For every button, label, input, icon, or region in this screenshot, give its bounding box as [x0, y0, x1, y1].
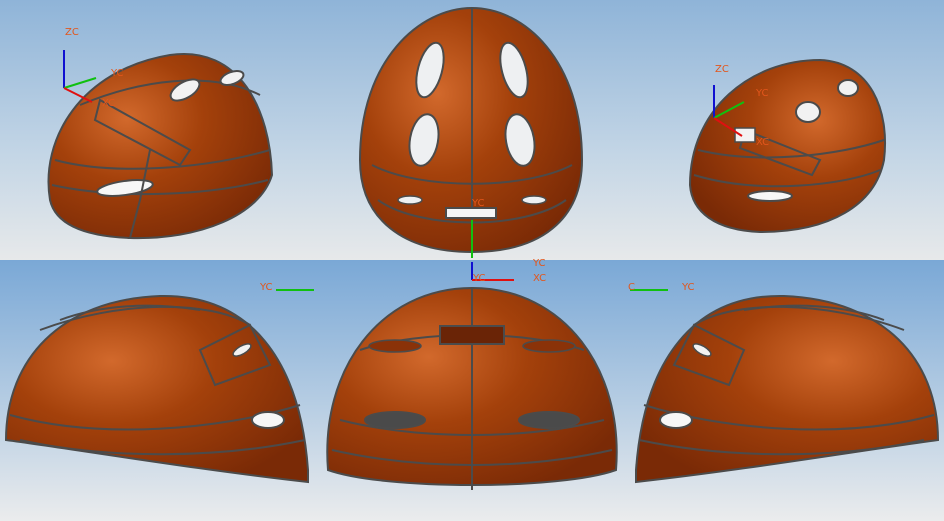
axis-label-z: C — [628, 282, 635, 293]
axis-label-y: YC — [472, 273, 486, 284]
axis-label-z: ZC — [65, 27, 79, 38]
axis-label-x: XC — [533, 273, 546, 284]
axis-label-x: XC — [756, 137, 769, 148]
axis-label-z: ZC — [715, 64, 729, 75]
axis-label-y: YC — [755, 88, 769, 99]
axis-label-top: YC — [532, 258, 546, 269]
axis-label-y: YC — [110, 68, 124, 79]
axis-label-y: YC — [259, 282, 273, 293]
axis-label-x: XC — [102, 98, 115, 109]
axis-label-y: YC — [471, 198, 485, 209]
viewport-canvas[interactable]: ZC YC XC YC ZC YC XC YC YC YC XC C YC — [0, 0, 944, 521]
axis-label-y: YC — [681, 282, 695, 293]
cad-viewport[interactable]: ZC YC XC YC ZC YC XC YC YC YC XC C YC — [0, 0, 944, 521]
